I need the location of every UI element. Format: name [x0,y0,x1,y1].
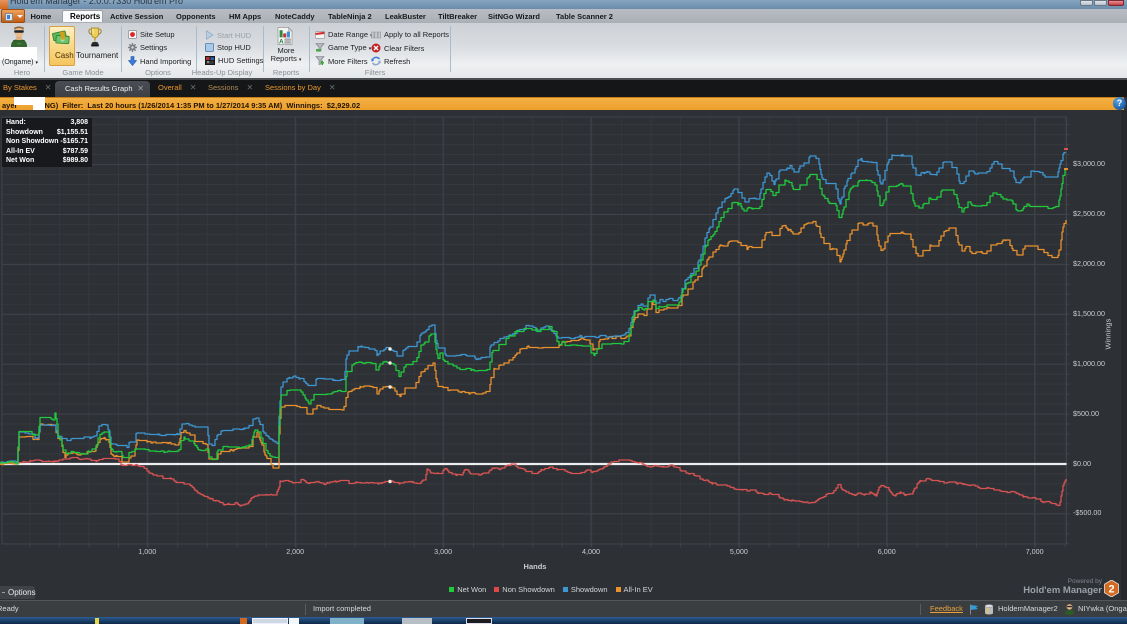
svg-text:A: A [279,38,284,45]
svg-text:2: 2 [1108,584,1114,596]
